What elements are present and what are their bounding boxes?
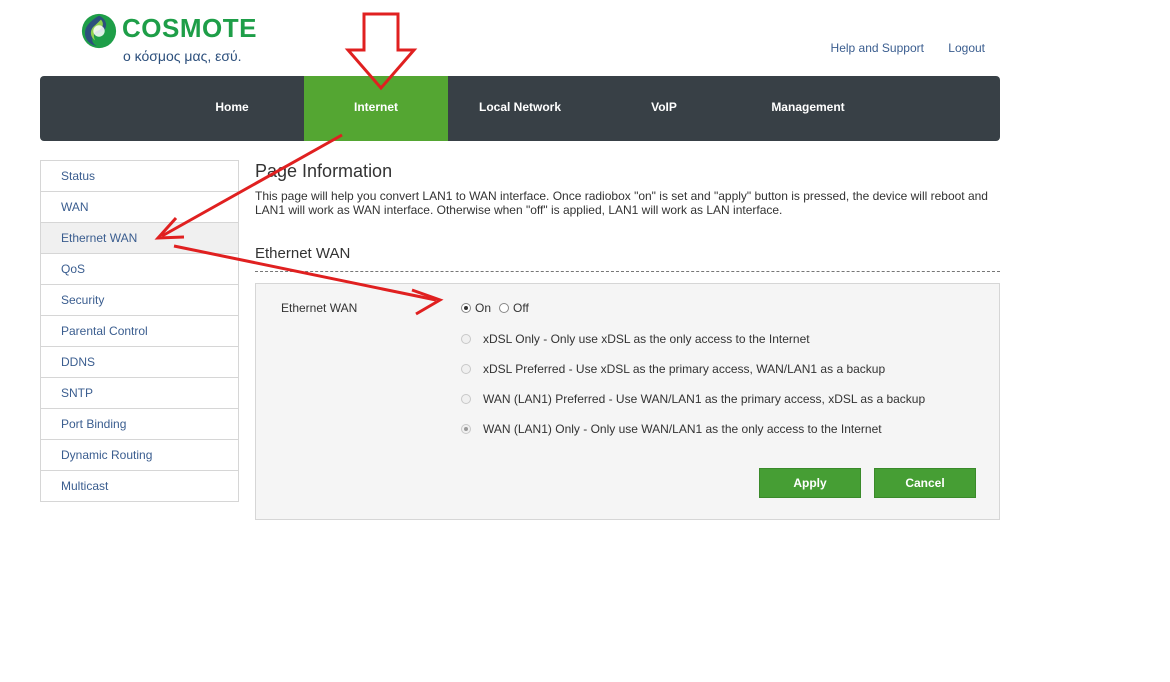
option-wan-lan1-preferred: WAN (LAN1) Preferred - Use WAN/LAN1 as t… <box>461 391 925 406</box>
brand-name: COSMOTE <box>122 13 257 43</box>
on-label: On <box>475 300 492 315</box>
option-wan-lan1-only: WAN (LAN1) Only - Only use WAN/LAN1 as t… <box>461 421 882 436</box>
nav-home[interactable]: Home <box>160 76 304 141</box>
cancel-button[interactable]: Cancel <box>874 468 976 498</box>
section-divider <box>255 271 1000 272</box>
sidebar-item-ethernet-wan[interactable]: Ethernet WAN <box>41 223 238 254</box>
cosmote-logo: COSMOTE ο κόσμος μας, εσύ. <box>80 12 280 68</box>
wan-lan1-preferred-radio[interactable] <box>461 393 471 404</box>
sidebar-item-port-binding[interactable]: Port Binding <box>41 409 238 440</box>
brand-tagline: ο κόσμος μας, εσύ. <box>123 48 242 64</box>
apply-button[interactable]: Apply <box>759 468 861 498</box>
nav-internet[interactable]: Internet <box>304 76 448 141</box>
sidebar-item-status[interactable]: Status <box>41 161 238 192</box>
wan-lan1-preferred-label: WAN (LAN1) Preferred - Use WAN/LAN1 as t… <box>483 391 926 406</box>
ethernet-wan-label: Ethernet WAN <box>281 301 358 315</box>
ethernet-wan-toggle: On Off <box>461 300 537 315</box>
sidebar-item-ddns[interactable]: DDNS <box>41 347 238 378</box>
sidebar-item-dynamic-routing[interactable]: Dynamic Routing <box>41 440 238 471</box>
off-radio[interactable] <box>499 302 510 313</box>
sidebar-item-security[interactable]: Security <box>41 285 238 316</box>
wan-lan1-only-radio[interactable] <box>461 423 471 434</box>
page-description: This page will help you convert LAN1 to … <box>255 189 988 217</box>
top-links: Help and Support Logout <box>810 41 985 55</box>
help-and-support-link[interactable]: Help and Support <box>831 41 924 55</box>
sidebar-item-multicast[interactable]: Multicast <box>41 471 238 501</box>
page-title: Page Information <box>255 161 393 181</box>
xdsl-preferred-label: xDSL Preferred - Use xDSL as the primary… <box>483 361 886 376</box>
xdsl-preferred-radio[interactable] <box>461 363 471 374</box>
sidebar-item-sntp[interactable]: SNTP <box>41 378 238 409</box>
option-xdsl-only: xDSL Only - Only use xDSL as the only ac… <box>461 331 810 346</box>
option-xdsl-preferred: xDSL Preferred - Use xDSL as the primary… <box>461 361 885 376</box>
nav-local-network[interactable]: Local Network <box>448 76 592 141</box>
cosmote-logo-icon <box>81 13 117 49</box>
on-radio[interactable] <box>461 302 471 313</box>
xdsl-only-radio[interactable] <box>461 333 471 344</box>
nav-voip[interactable]: VoIP <box>592 76 736 141</box>
sidebar: Status WAN Ethernet WAN QoS Security Par… <box>40 160 239 502</box>
wan-lan1-only-label: WAN (LAN1) Only - Only use WAN/LAN1 as t… <box>483 421 882 436</box>
logout-link[interactable]: Logout <box>948 41 985 55</box>
off-label: Off <box>513 300 529 315</box>
sidebar-item-qos[interactable]: QoS <box>41 254 238 285</box>
ethernet-wan-panel: Ethernet WAN On Off xDSL Only - Only use … <box>255 283 1000 520</box>
section-title: Ethernet WAN <box>255 245 351 262</box>
sidebar-item-wan[interactable]: WAN <box>41 192 238 223</box>
xdsl-only-label: xDSL Only - Only use xDSL as the only ac… <box>483 331 810 346</box>
sidebar-item-parental-control[interactable]: Parental Control <box>41 316 238 347</box>
main-nav: Home Internet Local Network VoIP Managem… <box>40 76 1000 141</box>
nav-management[interactable]: Management <box>736 76 880 141</box>
